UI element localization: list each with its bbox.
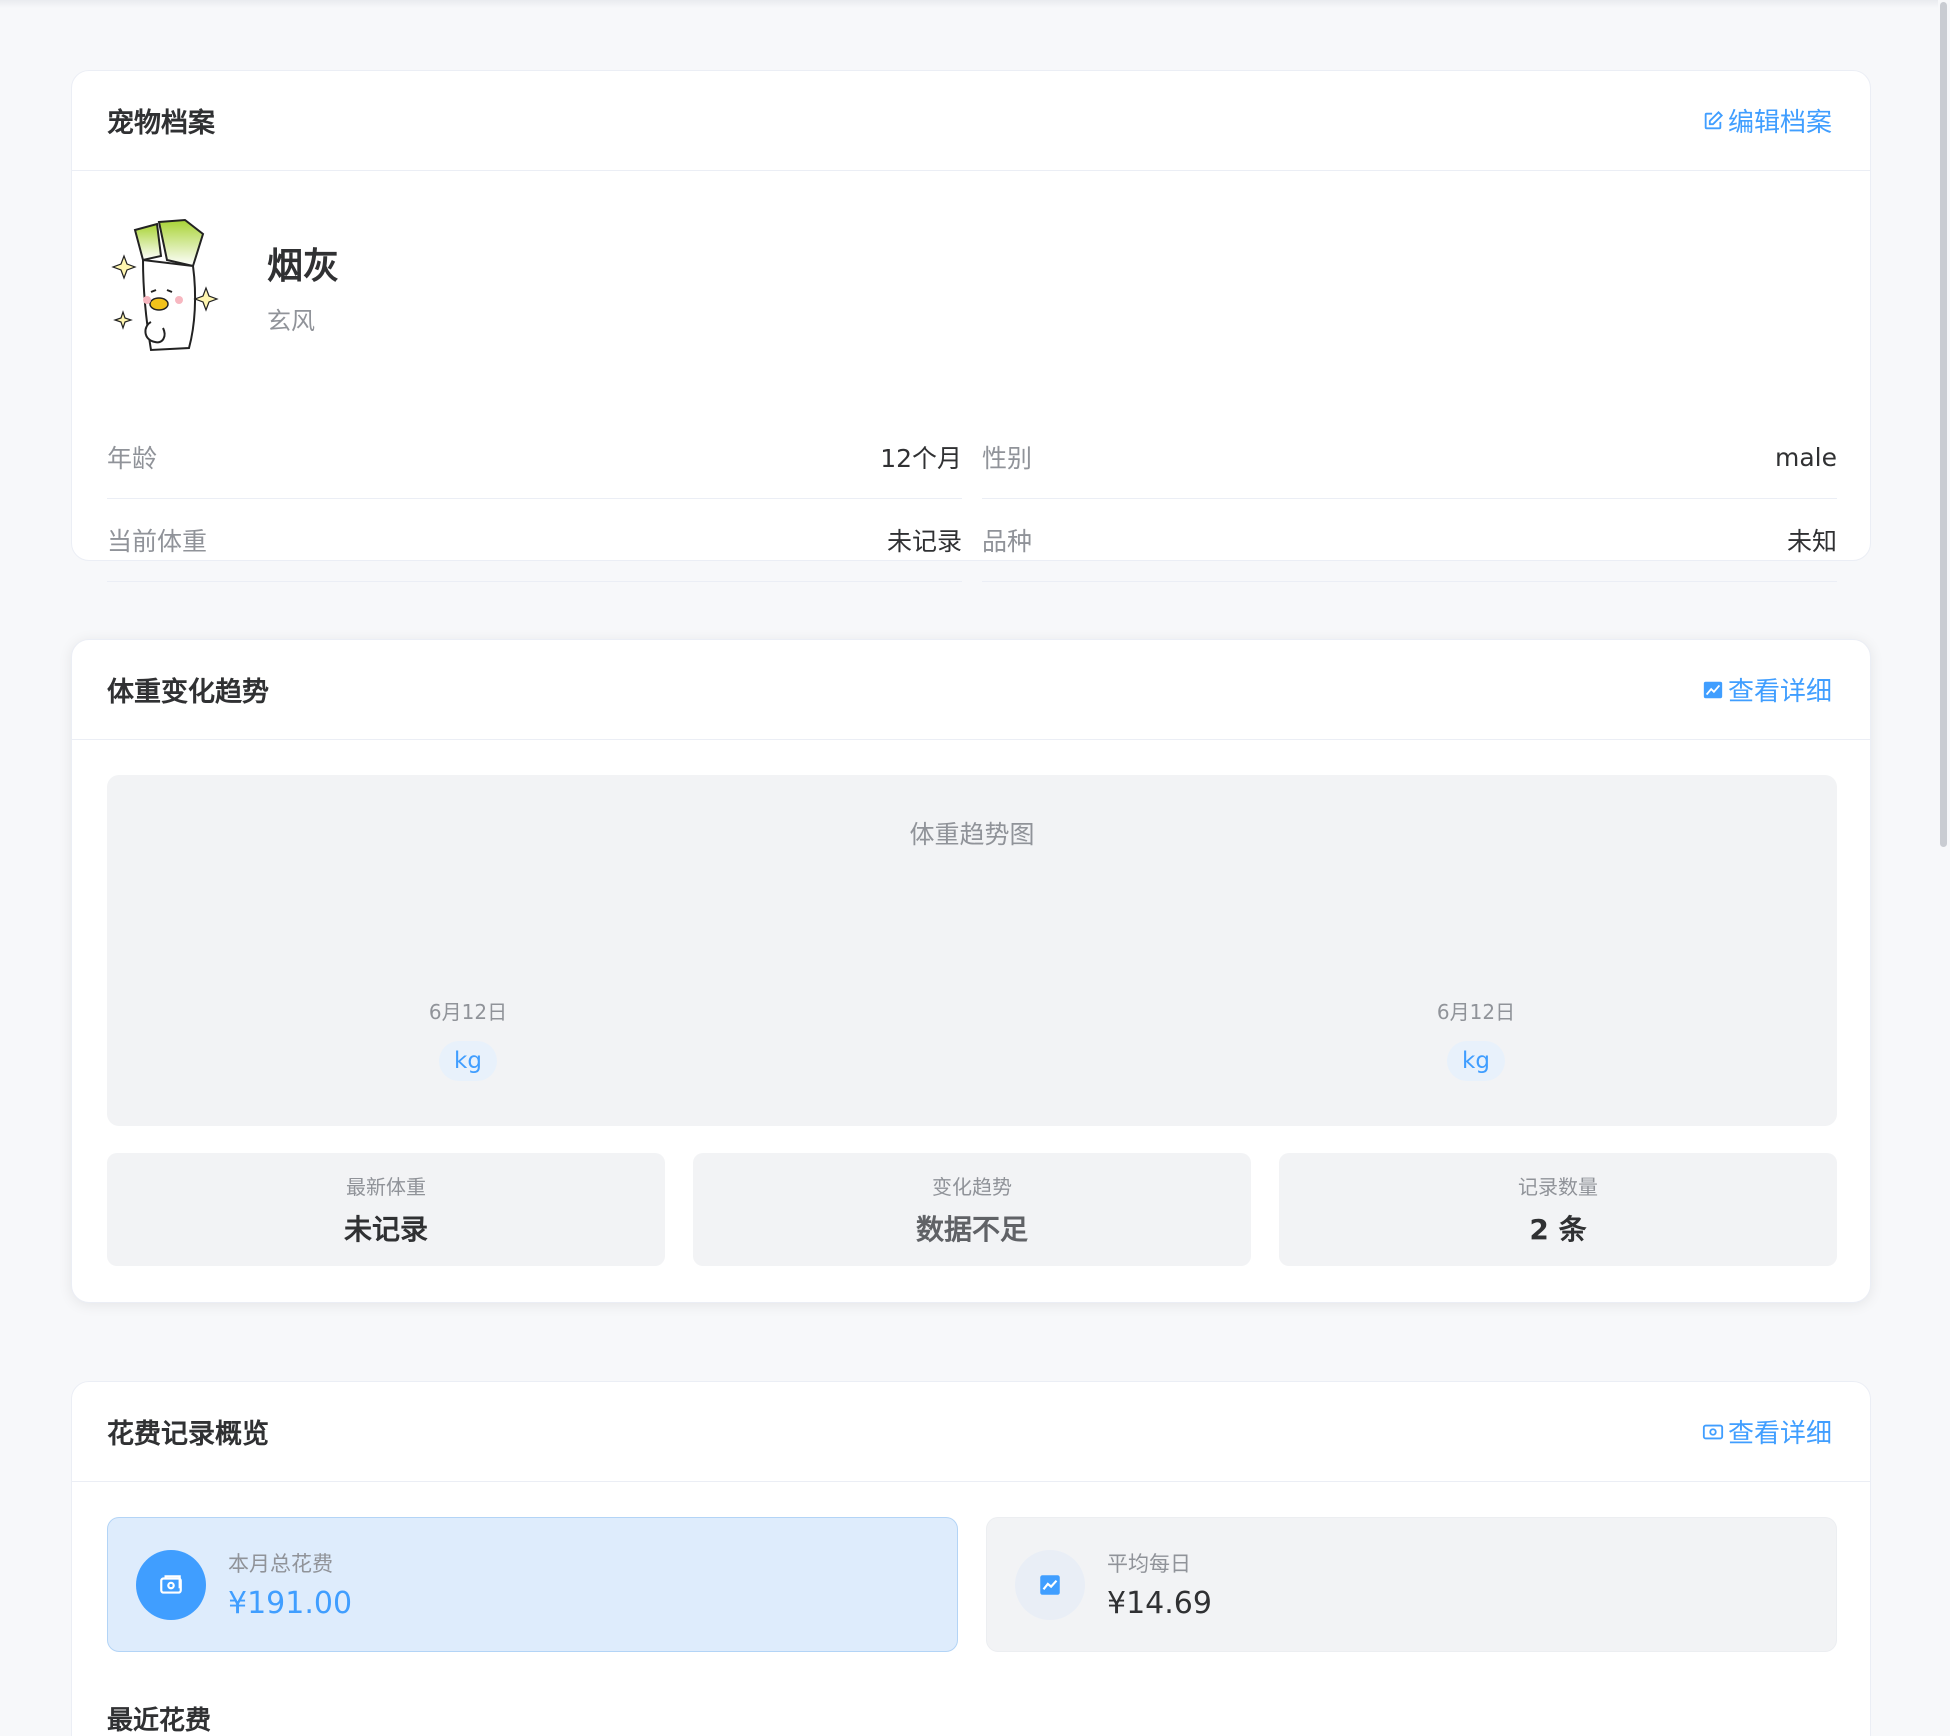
info-weight-label: 当前体重 [107, 527, 208, 556]
daily-spend-label: 平均每日 [1107, 1552, 1191, 1576]
chart-weight-pill: kg [439, 1041, 497, 1081]
page-scrollbar[interactable] [1938, 0, 1950, 1736]
pet-info-grid: 年龄 12个月 性别 male 当前体重 未记录 品种 未知 [107, 416, 1838, 582]
stat-record-count-label: 记录数量 [1518, 1175, 1598, 1199]
pet-info: 烟灰 玄风 [267, 237, 339, 336]
spending-detail-label: 查看详细 [1727, 1419, 1832, 1449]
pet-summary: 烟灰 玄风 [107, 216, 339, 356]
daily-spend-text: 平均每日 ¥14.69 [1107, 1548, 1212, 1621]
weight-stats: 最新体重 未记录 变化趋势 数据不足 记录数量 2 条 [107, 1153, 1837, 1266]
chart-point[interactable]: 6月12日 kg [388, 996, 548, 1081]
money-icon [1702, 1424, 1724, 1439]
chart-date-label: 6月12日 [1436, 1000, 1516, 1024]
wallet-icon [136, 1549, 206, 1620]
stat-trend: 变化趋势 数据不足 [693, 1153, 1251, 1266]
top-shadow [0, 0, 1950, 8]
info-age-value: 12个月 [880, 444, 962, 473]
chart-title: 体重趋势图 [909, 820, 1035, 849]
daily-spend-box: 平均每日 ¥14.69 [986, 1517, 1837, 1652]
monthly-spend-value: ¥191.00 [228, 1586, 353, 1621]
pet-profile-card: 宠物档案 编辑档案 烟灰 玄风 年龄 12个月 性别 male 当前体重 未记录… [71, 70, 1871, 582]
daily-spend-value: ¥14.69 [1107, 1586, 1212, 1621]
pet-breed: 玄风 [267, 306, 315, 335]
spending-detail-button[interactable]: 查看详细 [1702, 1413, 1832, 1450]
weight-detail-label: 查看详细 [1727, 677, 1832, 707]
edit-profile-label: 编辑档案 [1727, 108, 1832, 138]
weight-trend-title: 体重变化趋势 [107, 677, 269, 708]
pet-profile-header: 宠物档案 编辑档案 [72, 71, 1870, 171]
info-breed-value: 未知 [1786, 527, 1837, 556]
info-weight: 当前体重 未记录 [107, 499, 962, 582]
stat-record-count: 记录数量 2 条 [1279, 1153, 1837, 1266]
stat-trend-label: 变化趋势 [932, 1175, 1012, 1199]
monthly-spend-text: 本月总花费 ¥191.00 [228, 1548, 352, 1621]
weight-trend-header: 体重变化趋势 查看详细 [72, 640, 1870, 740]
chart-point[interactable]: 6月12日 kg [1396, 996, 1556, 1081]
monthly-spend-box: 本月总花费 ¥191.00 [107, 1517, 958, 1652]
pet-avatar[interactable] [107, 216, 237, 356]
stat-latest-weight-value: 未记录 [343, 1213, 428, 1246]
stat-latest-weight-label: 最新体重 [346, 1175, 426, 1199]
pet-name: 烟灰 [267, 245, 340, 287]
scrollbar-thumb[interactable] [1940, 2, 1947, 847]
info-breed-label: 品种 [982, 527, 1033, 556]
weight-trend-card: 体重变化趋势 查看详细 体重趋势图 6月12日 kg 6月12日 kg 最新体重 未记… [71, 639, 1871, 1303]
line-chart-icon [1703, 681, 1723, 698]
info-gender-label: 性别 [982, 444, 1033, 473]
info-age-label: 年龄 [107, 444, 158, 473]
info-gender: 性别 male [982, 416, 1837, 499]
stat-latest-weight: 最新体重 未记录 [107, 1153, 665, 1266]
spending-title: 花费记录概览 [107, 1419, 269, 1450]
chart-weight-pill: kg [1447, 1041, 1505, 1081]
stat-record-count-value: 2 条 [1529, 1213, 1587, 1246]
weight-chart: 体重趋势图 6月12日 kg 6月12日 kg [107, 775, 1837, 1126]
weight-detail-button[interactable]: 查看详细 [1702, 671, 1832, 708]
info-age: 年龄 12个月 [107, 416, 962, 499]
pet-profile-title: 宠物档案 [107, 108, 215, 139]
spending-header: 花费记录概览 查看详细 [72, 1382, 1870, 1482]
chart-date-label: 6月12日 [428, 1000, 508, 1024]
edit-icon [1704, 110, 1723, 129]
spending-summary: 本月总花费 ¥191.00 平均每日 ¥14.69 [107, 1517, 1837, 1652]
info-gender-value: male [1775, 442, 1837, 472]
info-breed: 品种 未知 [982, 499, 1837, 582]
recent-spending-title: 最近花费 [107, 1706, 212, 1736]
spending-overview-card: 花费记录概览 查看详细 本月总花费 ¥191.00 平均每日 ¥14.69 最近… [71, 1381, 1871, 1736]
monthly-spend-label: 本月总花费 [228, 1552, 333, 1576]
stat-trend-value: 数据不足 [915, 1213, 1028, 1246]
edit-profile-button[interactable]: 编辑档案 [1702, 102, 1832, 139]
info-weight-value: 未记录 [886, 527, 962, 556]
trend-icon [1015, 1549, 1085, 1620]
